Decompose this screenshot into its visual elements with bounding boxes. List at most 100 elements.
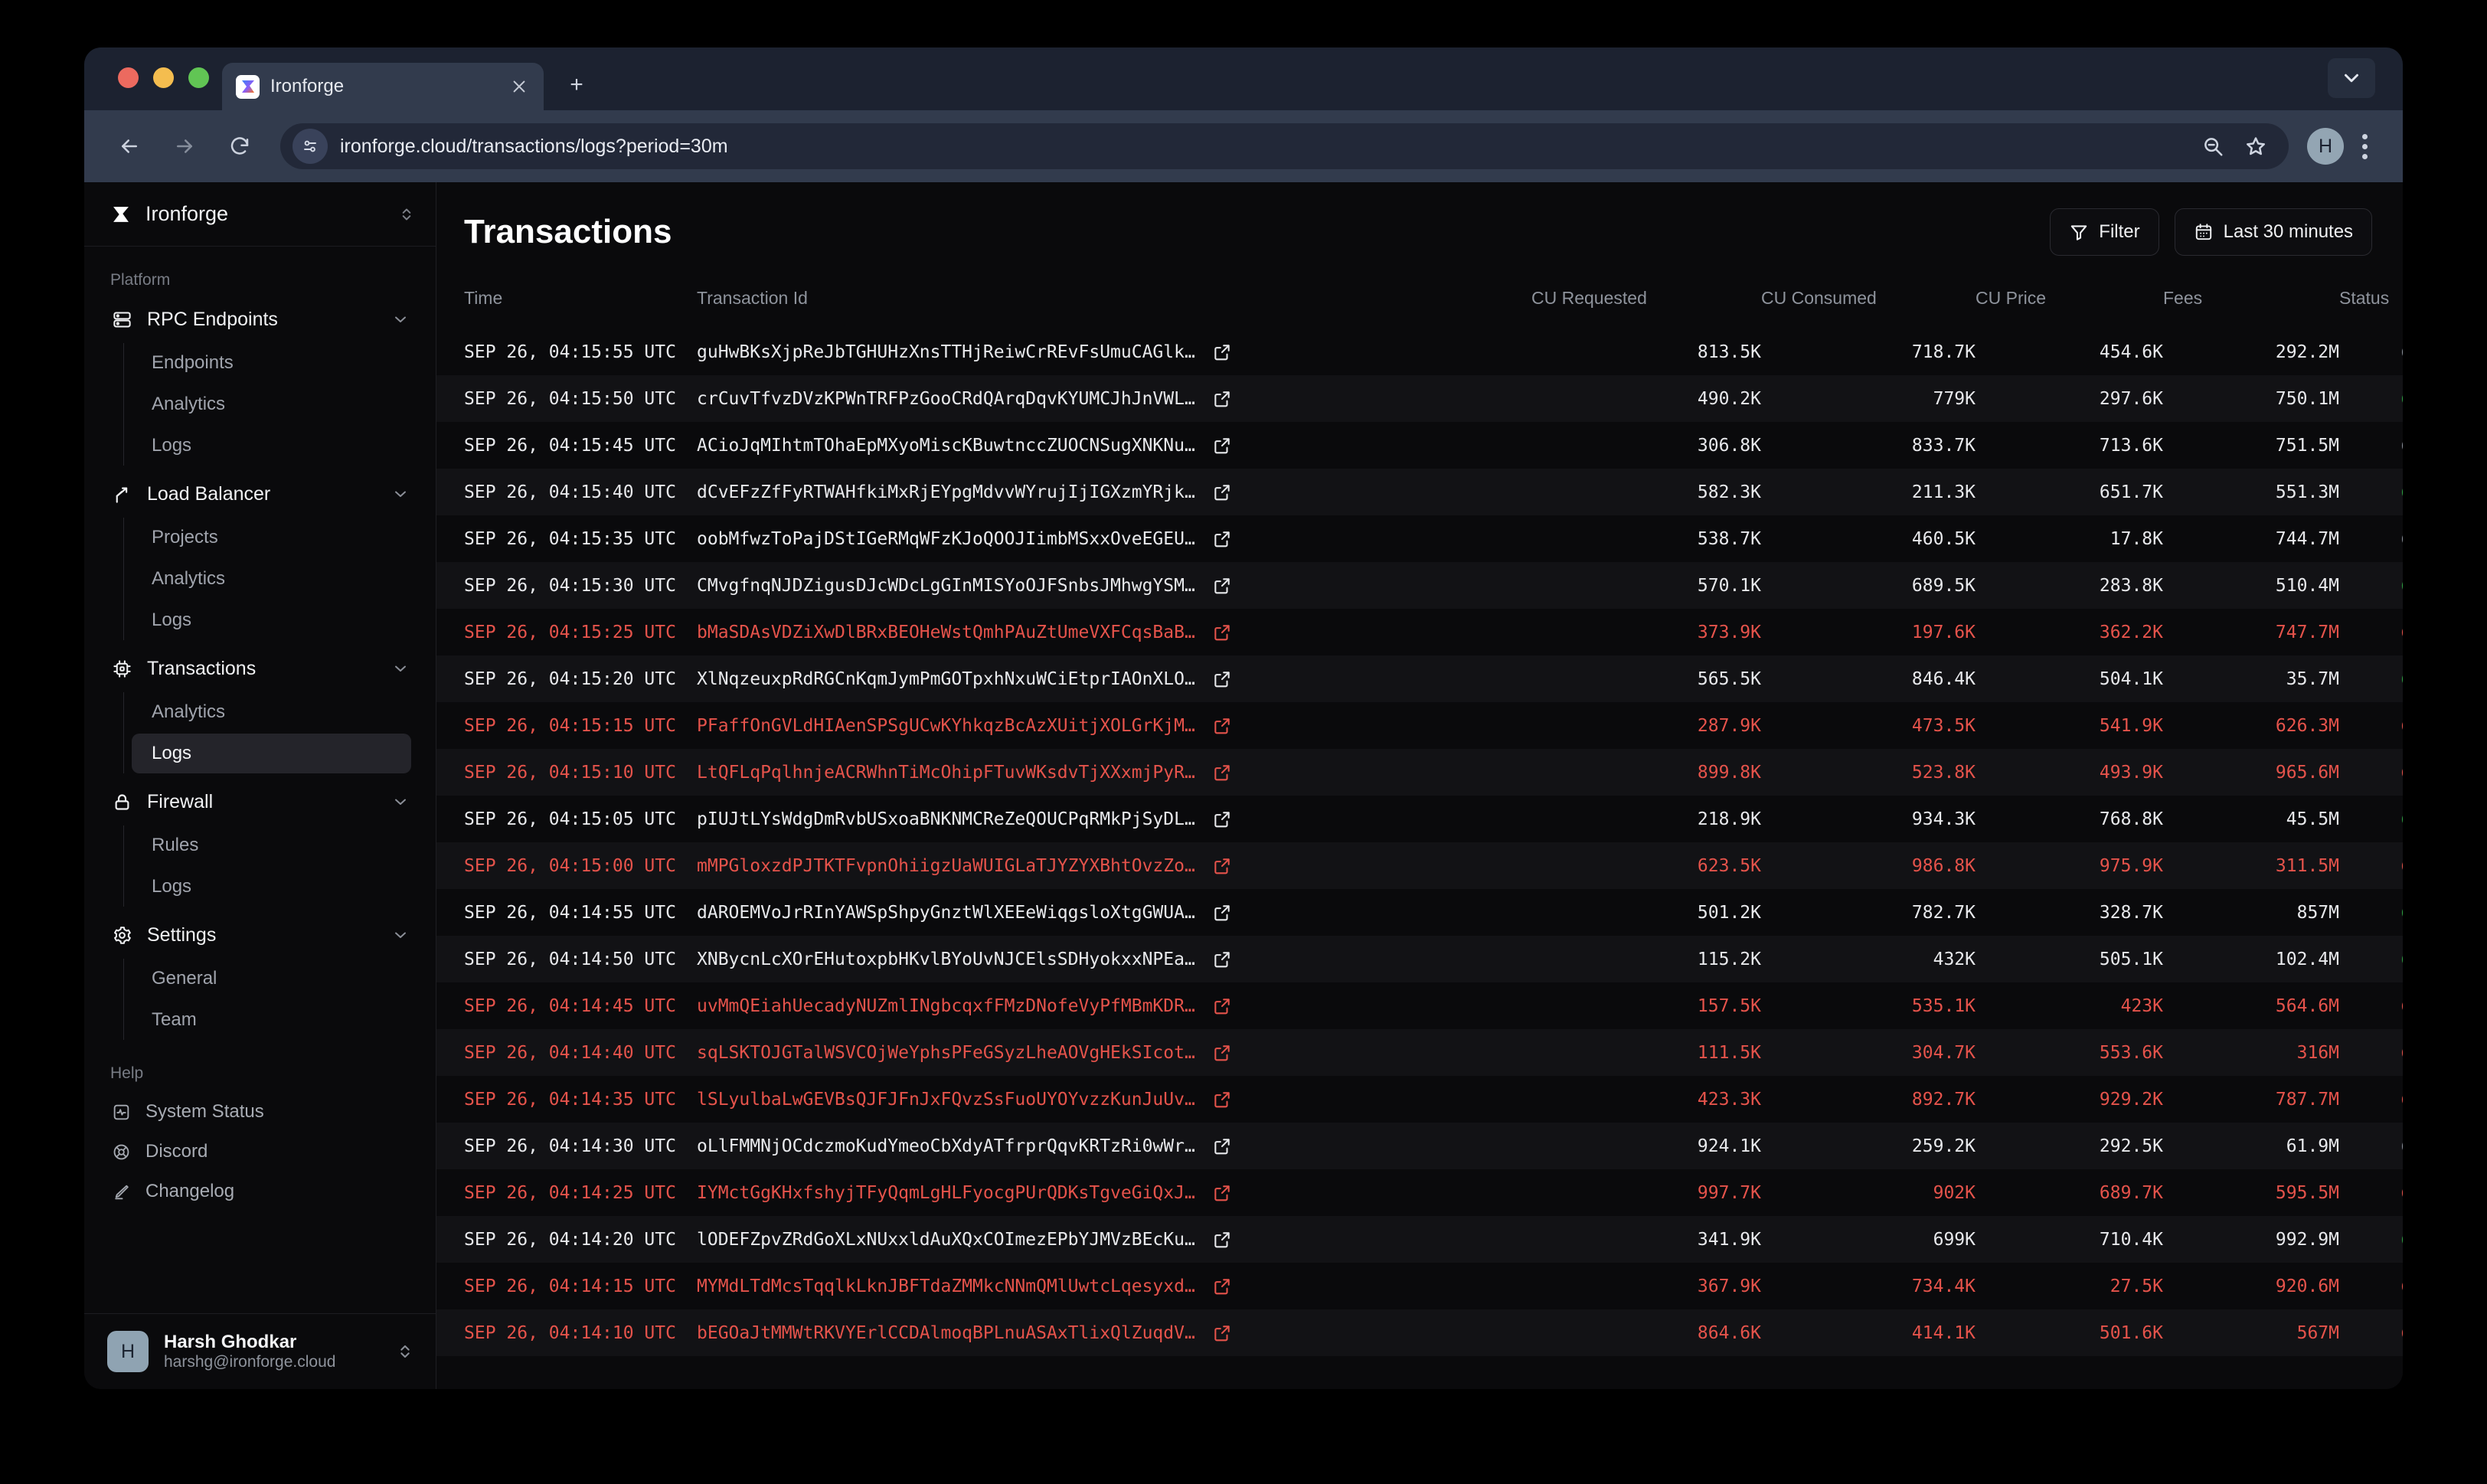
table-row[interactable]: SEP 26, 04:14:20 UTClODEFZpvZRdGoXLxNUxx… xyxy=(436,1216,2403,1263)
external-link-icon[interactable] xyxy=(1212,623,1232,642)
sidebar-item-rpc-endpoints[interactable]: Endpoints xyxy=(132,343,411,383)
external-link-icon[interactable] xyxy=(1212,436,1232,456)
external-link-icon[interactable] xyxy=(1212,342,1232,362)
sidebar-item-lb-logs[interactable]: Logs xyxy=(132,600,411,640)
table-row[interactable]: SEP 26, 04:15:45 UTCACioJqMIhtmTOhaEpMXy… xyxy=(436,422,2403,469)
table-row[interactable]: SEP 26, 04:15:25 UTCbMaSDAsVDZiXwDlBRxBE… xyxy=(436,609,2403,655)
table-row[interactable]: SEP 26, 04:15:35 UTCoobMfwzToPajDStIGeRM… xyxy=(436,515,2403,562)
external-link-icon[interactable] xyxy=(1212,1323,1232,1343)
sidebar-item-fw-rules[interactable]: Rules xyxy=(132,825,411,865)
external-link-icon[interactable] xyxy=(1212,1276,1232,1296)
column-header-transaction-id[interactable]: Transaction Id xyxy=(697,277,1531,329)
table-row[interactable]: SEP 26, 04:14:45 UTCuvMmQEiahUecadyNUZml… xyxy=(436,982,2403,1029)
sidebar-item-tx-analytics[interactable]: Analytics xyxy=(132,692,411,732)
column-header-cu-requested[interactable]: CU Requested xyxy=(1531,277,1761,329)
chevron-down-icon[interactable] xyxy=(391,659,410,678)
maximize-window-button[interactable] xyxy=(188,67,209,88)
external-link-icon[interactable] xyxy=(1212,996,1232,1016)
external-link-icon[interactable] xyxy=(1212,1183,1232,1203)
table-row[interactable]: SEP 26, 04:14:55 UTCdAROEMVoJrRInYAWSpSh… xyxy=(436,889,2403,936)
table-row[interactable]: SEP 26, 04:15:20 UTCXlNqzeuxpRdRGCnKqmJy… xyxy=(436,655,2403,702)
close-window-button[interactable] xyxy=(118,67,139,88)
sidebar-item-lb-projects[interactable]: Projects xyxy=(132,518,411,557)
zoom-out-icon[interactable] xyxy=(2201,135,2224,158)
external-link-icon[interactable] xyxy=(1212,1230,1232,1250)
external-link-icon[interactable] xyxy=(1212,1136,1232,1156)
table-row[interactable]: SEP 26, 04:15:05 UTCpIUJtLYsWdgDmRvbUSxo… xyxy=(436,796,2403,842)
table-row[interactable]: SEP 26, 04:14:15 UTCMYMdLTdMcsTqqlkLknJB… xyxy=(436,1263,2403,1309)
star-icon[interactable] xyxy=(2244,135,2267,158)
table-row[interactable]: SEP 26, 04:15:15 UTCPFaffOnGVLdHIAenSPSg… xyxy=(436,702,2403,749)
reload-icon[interactable] xyxy=(217,124,262,168)
column-header-cu-price[interactable]: CU Price xyxy=(1976,277,2163,329)
column-header-cu-consumed[interactable]: CU Consumed xyxy=(1761,277,1976,329)
sidebar-item-settings-general[interactable]: General xyxy=(132,959,411,999)
sidebar-group-settings[interactable]: Settings xyxy=(101,914,419,956)
table-row[interactable]: SEP 26, 04:15:55 UTCguHwBKsXjpReJbTGHUHz… xyxy=(436,329,2403,375)
table-row[interactable]: SEP 26, 04:15:00 UTCmMPGloxzdPJTKTFvpnOh… xyxy=(436,842,2403,889)
sidebar-item-fw-logs[interactable]: Logs xyxy=(132,867,411,907)
url-text[interactable]: ironforge.cloud/transactions/logs?period… xyxy=(340,136,2189,158)
external-link-icon[interactable] xyxy=(1212,669,1232,689)
sidebar-group-transactions[interactable]: Transactions xyxy=(101,648,419,689)
external-link-icon[interactable] xyxy=(1212,576,1232,596)
external-link-icon[interactable] xyxy=(1212,856,1232,876)
table-row[interactable]: SEP 26, 04:15:30 UTCCMvgfnqNJDZigusDJcWD… xyxy=(436,562,2403,609)
sidebar-item-system-status[interactable]: System Status xyxy=(101,1092,419,1132)
external-link-icon[interactable] xyxy=(1212,529,1232,549)
column-header-status[interactable]: Status xyxy=(2339,277,2403,329)
external-link-icon[interactable] xyxy=(1212,763,1232,783)
forward-arrow-icon[interactable] xyxy=(162,124,207,168)
table-row[interactable]: SEP 26, 04:15:10 UTCLtQFLqPqlhnjeACRWhnT… xyxy=(436,749,2403,796)
chevron-down-icon[interactable] xyxy=(391,310,410,329)
external-link-icon[interactable] xyxy=(1212,1043,1232,1063)
table-row[interactable]: SEP 26, 04:14:40 UTCsqLSKTOJGTalWSVCOjWe… xyxy=(436,1029,2403,1076)
chevron-updown-icon[interactable] xyxy=(397,1341,413,1362)
table-row[interactable]: SEP 26, 04:15:40 UTCdCvEFzZfFyRTWAHfkiMx… xyxy=(436,469,2403,515)
chevron-down-icon[interactable] xyxy=(391,793,410,811)
new-tab-button[interactable]: + xyxy=(562,70,591,100)
external-link-icon[interactable] xyxy=(1212,903,1232,923)
column-header-fees[interactable]: Fees xyxy=(2163,277,2339,329)
transaction-id-wrapper: XlNqzeuxpRdRGCnKqmJymPmGOTpxhNxuWCiEtprI… xyxy=(697,669,1531,689)
time-range-button[interactable]: Last 30 minutes xyxy=(2175,208,2372,256)
sidebar-group-firewall[interactable]: Firewall xyxy=(101,781,419,822)
filter-button[interactable]: Filter xyxy=(2050,208,2159,256)
minimize-window-button[interactable] xyxy=(153,67,174,88)
sidebar-user-menu[interactable]: H Harsh Ghodkar harshg@ironforge.cloud xyxy=(84,1313,436,1389)
table-row[interactable]: SEP 26, 04:14:25 UTCIYMctGgKHxfshyjTFyQq… xyxy=(436,1169,2403,1216)
sidebar-item-settings-team[interactable]: Team xyxy=(132,1000,411,1040)
external-link-icon[interactable] xyxy=(1212,1090,1232,1110)
chevron-down-icon[interactable] xyxy=(391,926,410,944)
external-link-icon[interactable] xyxy=(1212,950,1232,969)
sidebar-item-rpc-analytics[interactable]: Analytics xyxy=(132,384,411,424)
sidebar-item-tx-logs[interactable]: Logs xyxy=(132,734,411,773)
chevron-down-icon[interactable] xyxy=(2328,58,2375,98)
sidebar-group-rpc-endpoints[interactable]: RPC Endpoints xyxy=(101,299,419,340)
address-bar[interactable]: ironforge.cloud/transactions/logs?period… xyxy=(280,123,2289,169)
sidebar-group-load-balancer[interactable]: Load Balancer xyxy=(101,473,419,515)
browser-tab[interactable]: Ironforge xyxy=(222,63,544,110)
sidebar-item-discord[interactable]: Discord xyxy=(101,1132,419,1172)
sidebar-item-rpc-logs[interactable]: Logs xyxy=(132,426,411,466)
sidebar-item-lb-analytics[interactable]: Analytics xyxy=(132,559,411,599)
chevron-updown-icon[interactable] xyxy=(399,204,414,224)
external-link-icon[interactable] xyxy=(1212,389,1232,409)
sidebar-item-changelog[interactable]: Changelog xyxy=(101,1172,419,1211)
external-link-icon[interactable] xyxy=(1212,809,1232,829)
table-row[interactable]: SEP 26, 04:14:35 UTClSLyulbaLwGEVBsQJFJF… xyxy=(436,1076,2403,1123)
external-link-icon[interactable] xyxy=(1212,482,1232,502)
chevron-down-icon[interactable] xyxy=(391,485,410,503)
kebab-menu-icon[interactable] xyxy=(2355,134,2375,159)
table-row[interactable]: SEP 26, 04:15:50 UTCcrCuvTfvzDVzKPWnTRFP… xyxy=(436,375,2403,422)
avatar[interactable]: H xyxy=(2307,128,2344,165)
close-icon[interactable] xyxy=(508,76,530,97)
table-row[interactable]: SEP 26, 04:14:10 UTCbEGOaJtMMWtRKVYErlCC… xyxy=(436,1309,2403,1356)
table-row[interactable]: SEP 26, 04:14:30 UTCoLlFMMNjOCdczmoKudYm… xyxy=(436,1123,2403,1169)
external-link-icon[interactable] xyxy=(1212,716,1232,736)
column-header-time[interactable]: Time xyxy=(436,277,697,329)
table-row[interactable]: SEP 26, 04:14:50 UTCXNBycnLcXOrEHutoxpbH… xyxy=(436,936,2403,982)
back-arrow-icon[interactable] xyxy=(107,124,152,168)
sidebar-brand[interactable]: Ironforge xyxy=(84,182,436,247)
site-settings-icon[interactable] xyxy=(292,129,328,164)
